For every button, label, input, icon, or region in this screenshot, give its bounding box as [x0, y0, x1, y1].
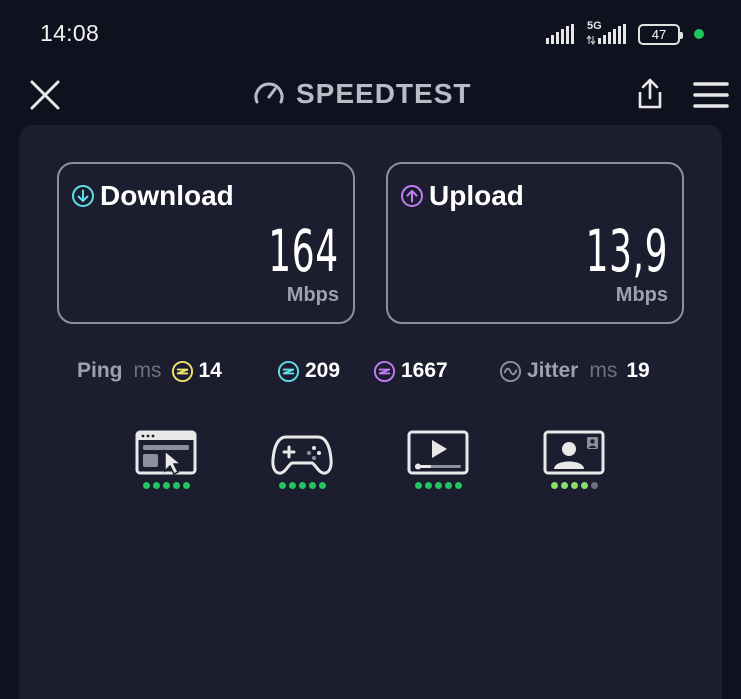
rating-dot	[570, 482, 578, 489]
rating-dot	[182, 482, 190, 489]
gaming-icon	[271, 435, 333, 475]
notification-dot-icon	[694, 29, 704, 39]
data-transfer-icon	[586, 35, 596, 45]
battery-icon: 47	[638, 24, 683, 45]
download-label: Download	[100, 180, 234, 211]
ping-label: Ping	[77, 359, 123, 382]
rating-dot	[590, 482, 598, 489]
menu-icon[interactable]	[692, 80, 730, 110]
ping-upload[interactable]: 1667	[373, 357, 448, 385]
signal-icon	[546, 24, 574, 44]
speedometer-icon	[254, 82, 284, 104]
download-arrow-icon	[72, 185, 94, 207]
upload-unit: Mbps	[615, 284, 668, 306]
close-icon[interactable]	[28, 78, 62, 112]
rating-dot	[550, 482, 558, 489]
rating-dot	[414, 482, 422, 489]
ping-idle-icon	[171, 360, 193, 382]
download-unit: Mbps	[286, 284, 339, 306]
web-browsing-rating[interactable]	[134, 429, 198, 489]
battery-nub	[680, 32, 683, 39]
web-browsing-icon	[135, 430, 197, 476]
download-heading: Download	[71, 180, 234, 212]
ping-upload-value: 1667	[401, 359, 448, 382]
results-panel: Download 164 Mbps Upload 13,9 Mbps Ping …	[19, 125, 722, 699]
jitter-icon	[499, 360, 522, 382]
upload-heading: Upload	[400, 180, 524, 212]
rating-dot	[278, 482, 286, 489]
metrics-row: Ping ms 14 209 1667 Jitter ms 19	[19, 357, 722, 387]
ping-upload-icon	[373, 360, 396, 382]
ping-download-icon	[277, 360, 300, 382]
rating-dot	[318, 482, 326, 489]
gaming-rating[interactable]	[270, 429, 334, 489]
video-streaming-rating[interactable]	[406, 429, 470, 489]
rating-dot	[424, 482, 432, 489]
status-bar: 14:08 5G 47	[0, 0, 741, 62]
jitter-unit: ms	[589, 359, 618, 382]
jitter-label: Jitter	[527, 359, 579, 382]
rating-dot	[152, 482, 160, 489]
rating-dot	[454, 482, 462, 489]
upload-value: 13,9	[585, 217, 668, 285]
gaming-dots	[270, 482, 334, 489]
signal-5g-icon	[598, 24, 626, 44]
download-value: 164	[268, 217, 339, 285]
upload-label: Upload	[429, 180, 524, 211]
rating-dot	[434, 482, 442, 489]
app-title-text: SPEEDTEST	[296, 78, 472, 109]
rating-dot	[162, 482, 170, 489]
status-time: 14:08	[40, 20, 100, 46]
upload-card[interactable]: Upload 13,9 Mbps	[386, 162, 684, 324]
video-call-icon	[543, 430, 605, 475]
ping-download[interactable]: 209	[277, 357, 340, 385]
rating-dot	[142, 482, 150, 489]
ping-idle[interactable]: Ping ms 14	[77, 357, 222, 385]
video-call-rating[interactable]	[542, 429, 606, 489]
upload-arrow-icon	[401, 185, 423, 207]
rating-dot	[288, 482, 296, 489]
ping-download-value: 209	[305, 359, 341, 382]
jitter[interactable]: Jitter ms 19	[499, 357, 650, 385]
jitter-value: 19	[626, 359, 650, 382]
ping-unit: ms	[133, 359, 162, 382]
share-icon[interactable]	[632, 76, 668, 112]
video-streaming-icon	[407, 430, 469, 475]
rating-dot	[560, 482, 568, 489]
rating-dot	[308, 482, 316, 489]
rating-dot	[580, 482, 588, 489]
video-streaming-dots	[406, 482, 470, 489]
rating-dot	[172, 482, 180, 489]
rating-dot	[298, 482, 306, 489]
app-title: SPEEDTEST	[252, 76, 471, 112]
rating-dot	[444, 482, 452, 489]
battery-level: 47	[651, 27, 667, 42]
download-card[interactable]: Download 164 Mbps	[57, 162, 355, 324]
video-call-dots	[542, 482, 606, 489]
web-browsing-dots	[134, 482, 198, 489]
ping-idle-value: 14	[198, 359, 222, 382]
